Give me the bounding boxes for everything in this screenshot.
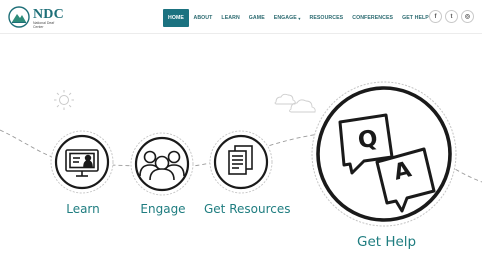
engage-label[interactable]: Engage — [140, 202, 186, 216]
nav-engage[interactable]: ENGAGE ▾ — [269, 9, 305, 27]
cloud-icon — [274, 93, 316, 113]
nav-engage-label: ENGAGE — [273, 15, 297, 21]
nav-conferences-label: CONFERENCES — [352, 15, 394, 21]
facebook-icon[interactable]: f — [429, 10, 442, 23]
nav-game-label: GAME — [248, 15, 265, 21]
twitter-icon[interactable]: t — [445, 10, 458, 23]
engage-circle[interactable] — [130, 132, 194, 196]
nav-about[interactable]: ABOUT — [189, 9, 217, 27]
learn-label[interactable]: Learn — [66, 202, 100, 216]
group-people-icon — [139, 150, 185, 181]
logo-mark-icon — [8, 6, 30, 28]
resources-label[interactable]: Get Resources — [204, 202, 290, 216]
get-help-circle[interactable] — [311, 81, 457, 227]
nav-get-help[interactable]: GET HELP — [398, 9, 434, 27]
nav-home-label: HOME — [168, 15, 184, 21]
nav-get-help-label: GET HELP — [402, 15, 429, 21]
chevron-down-icon: ▾ — [298, 15, 301, 21]
nav-conferences[interactable]: CONFERENCES — [348, 9, 398, 27]
nav-learn-label: LEARN — [221, 15, 240, 21]
nav-learn[interactable]: LEARN — [217, 9, 244, 27]
instagram-icon[interactable]: ◎ — [461, 10, 474, 23]
qa-letter-q: Q — [356, 125, 380, 155]
nav-about-label: ABOUT — [193, 15, 213, 21]
nav-game[interactable]: GAME — [244, 9, 269, 27]
hero-section: Q A Learn Engage Get Resources Get Help — [0, 34, 482, 257]
ndc-logo[interactable]: NDC National Deaf Center — [8, 6, 70, 30]
main-nav: HOME ABOUT LEARN GAME ENGAGE ▾ RESOURCES … — [163, 9, 433, 27]
nav-resources-label: RESOURCES — [309, 15, 344, 21]
resources-circle[interactable] — [209, 130, 273, 194]
nav-resources[interactable]: RESOURCES — [305, 9, 348, 27]
brand-tagline: National Deaf Center — [33, 21, 55, 29]
site-header: NDC National Deaf Center HOME ABOUT LEAR… — [0, 0, 482, 34]
learn-circle[interactable] — [50, 130, 114, 194]
nav-home[interactable]: HOME — [163, 9, 189, 27]
sun-icon — [54, 90, 74, 110]
hero-background — [0, 81, 482, 227]
get-help-label[interactable]: Get Help — [357, 234, 416, 250]
social-links: f t ◎ — [429, 10, 474, 23]
